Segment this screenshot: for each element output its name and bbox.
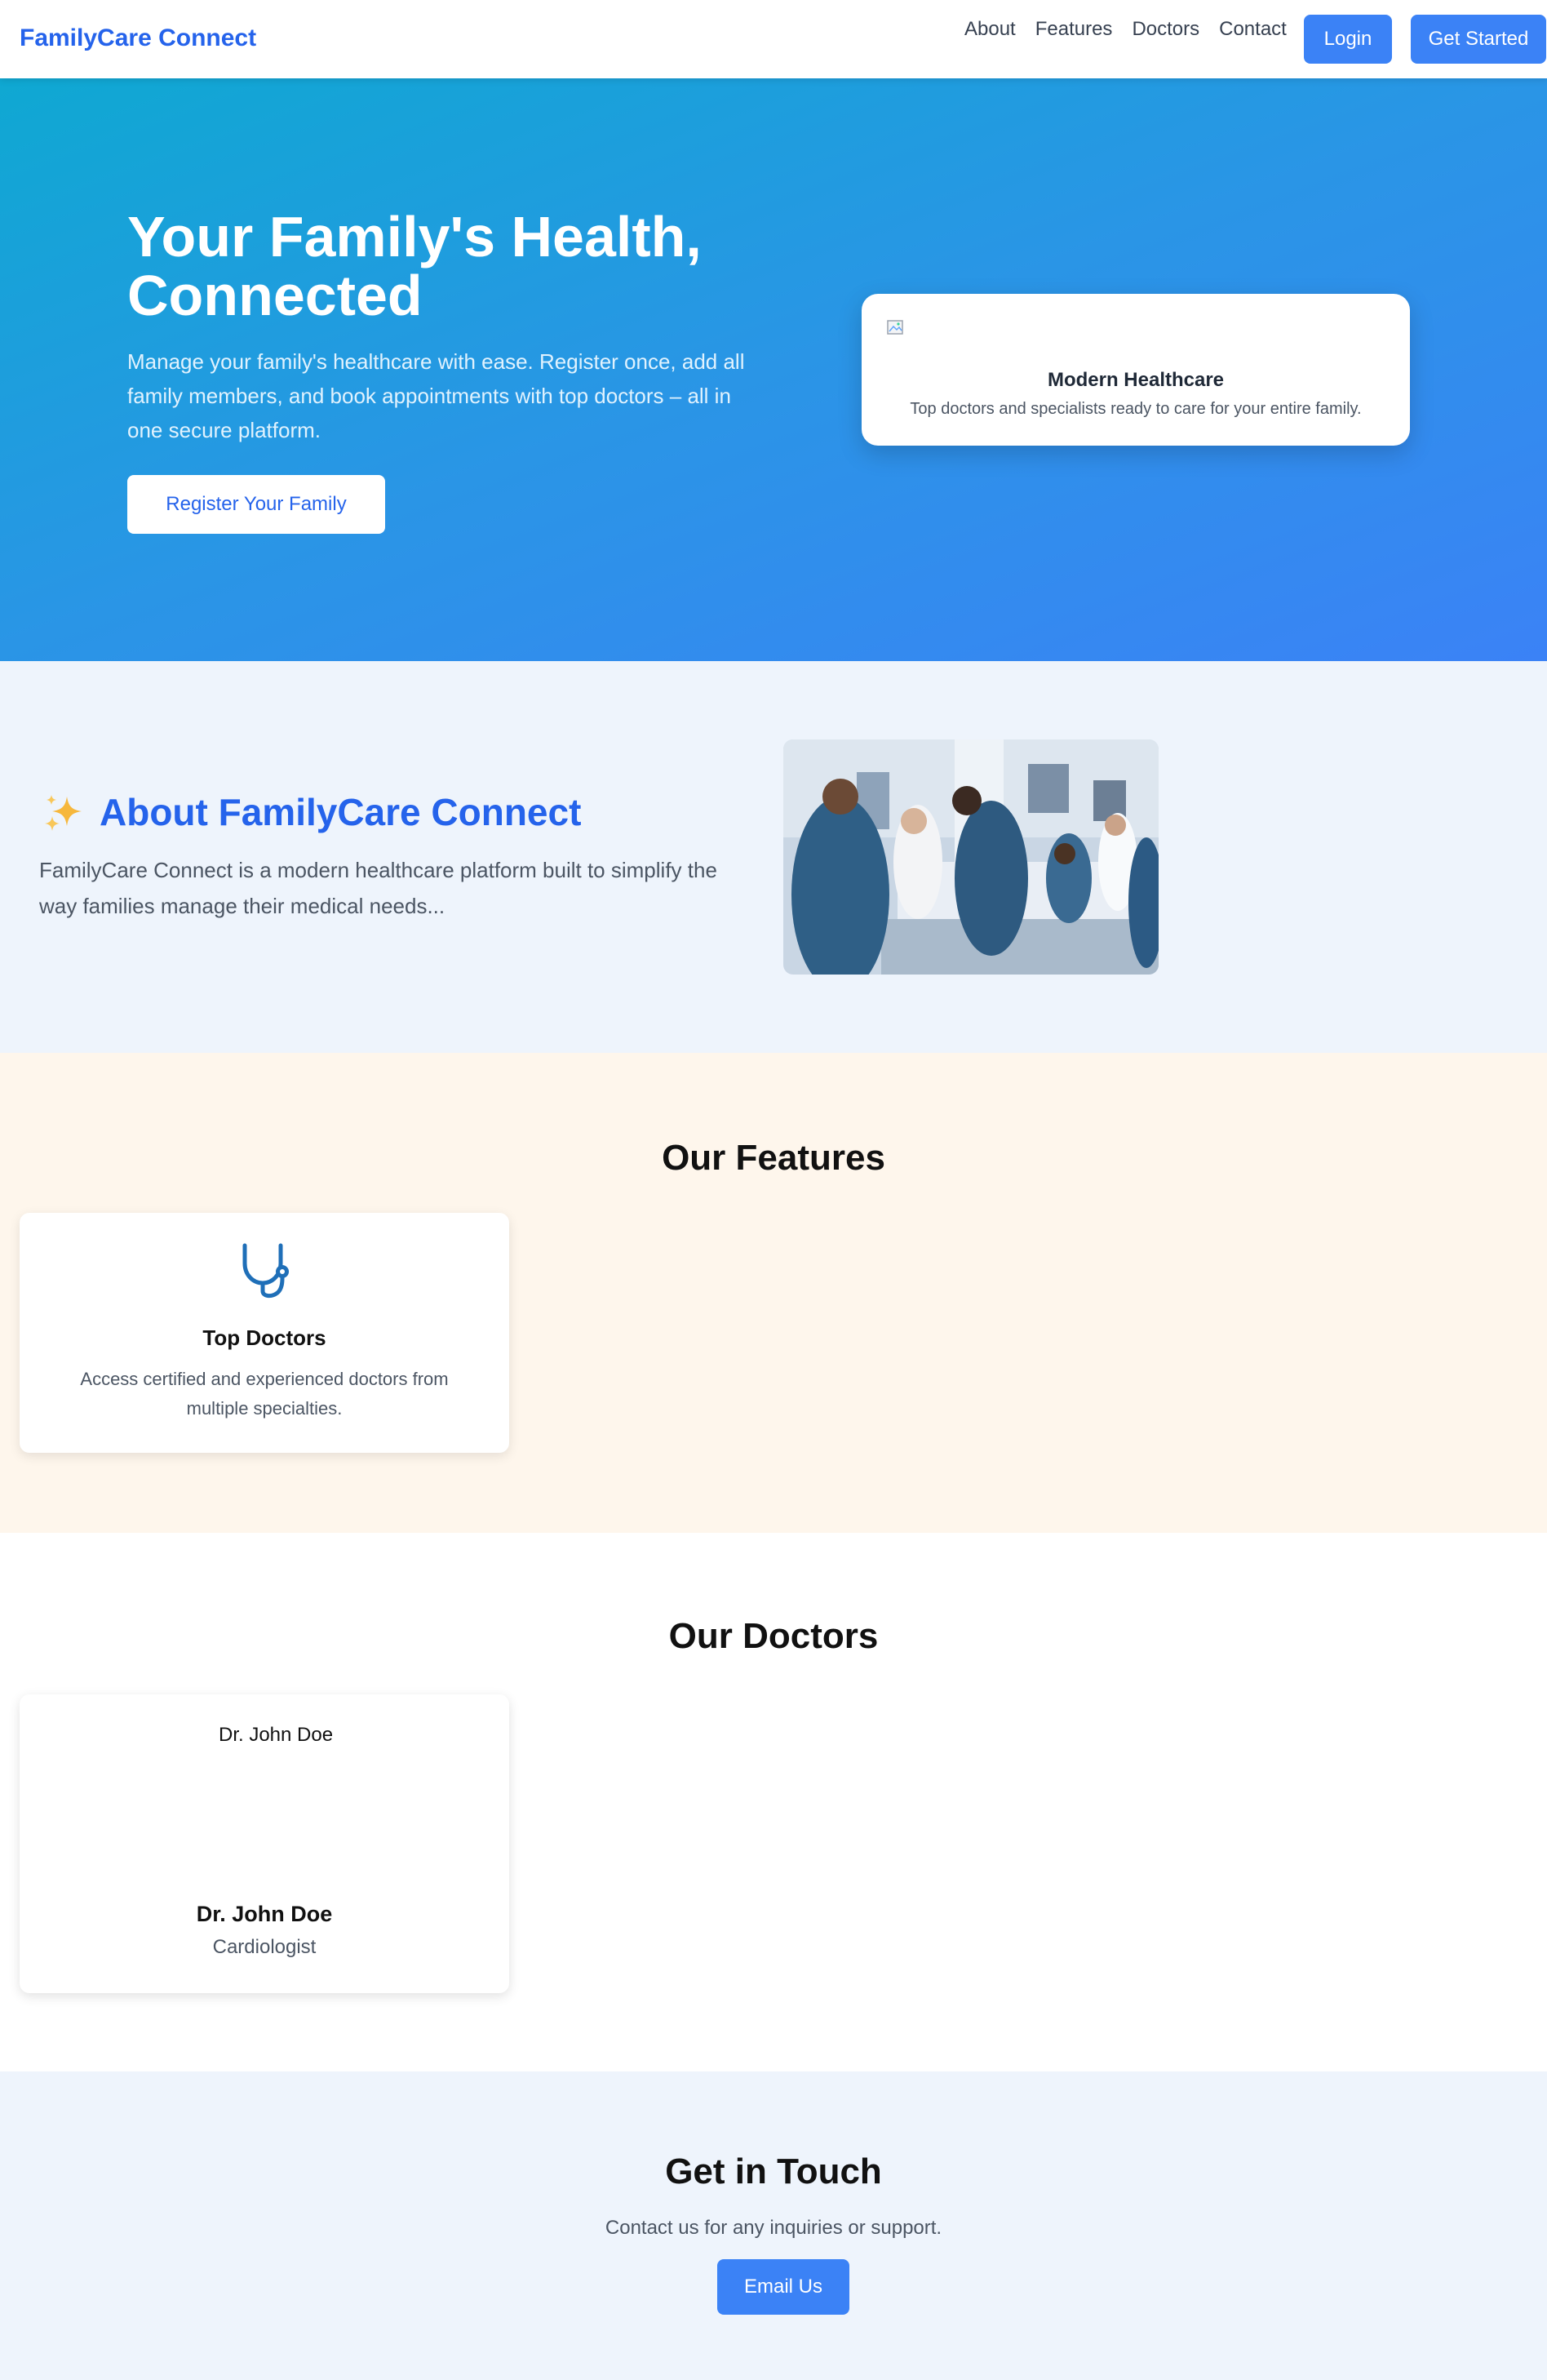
about-text: FamilyCare Connect is a modern healthcar… [39, 858, 717, 918]
register-family-button[interactable]: Register Your Family [127, 475, 385, 534]
doctor-photo: Dr. John Doe [219, 1724, 334, 1746]
feature-title: Top Doctors [202, 1325, 326, 1350]
about-title: About FamilyCare Connect [100, 791, 582, 833]
feature-text: Access certified and experienced doctors… [80, 1369, 449, 1419]
top-navbar: FamilyCare Connect About Features Doctor… [0, 0, 1547, 78]
doctor-name: Dr. John Doe [196, 1902, 333, 1926]
stethoscope-icon [242, 1243, 289, 1299]
contact-title: Get in Touch [665, 2151, 882, 2191]
sparkles-icon [45, 795, 82, 831]
hero-card-title: Modern Healthcare [1047, 369, 1225, 391]
features-title: Our Features [662, 1138, 885, 1178]
doctors-title: Our Doctors [668, 1616, 879, 1656]
nav-link-about[interactable]: About [964, 18, 1016, 41]
doctor-card[interactable]: Dr. John Doe Dr. John Doe Cardiologist [20, 1694, 509, 1993]
hero-title: Your Family's Health, Connected [127, 205, 702, 327]
doctors-section: Our Doctors Dr. John Doe Dr. John Doe Ca… [0, 1533, 1547, 2071]
hero-card-subtitle: Top doctors and specialists ready to car… [910, 400, 1362, 418]
nav-links: About Features Doctors Contact [964, 18, 1306, 41]
doctor-specialty: Cardiologist [212, 1936, 317, 1958]
get-started-button[interactable]: Get Started [1411, 15, 1546, 64]
about-section: About FamilyCare Connect FamilyCare Conn… [0, 661, 1547, 1053]
nav-link-features[interactable]: Features [1035, 18, 1113, 41]
hospital-photo [783, 739, 1159, 975]
nav-link-contact[interactable]: Contact [1219, 18, 1287, 41]
hero-feature-card: Modern Healthcare Top doctors and specia… [862, 294, 1410, 446]
contact-section: Get in Touch Contact us for any inquirie… [0, 2071, 1547, 2380]
email-us-button[interactable]: Email Us [717, 2259, 849, 2315]
nav-link-doctors[interactable]: Doctors [1132, 18, 1199, 41]
feature-card-top-doctors: Top Doctors Access certified and experie… [20, 1213, 509, 1453]
features-section: Our Features Top Doctors Access certifie… [0, 1053, 1547, 1533]
hero-section: Your Family's Health, Connected Manage y… [0, 78, 1547, 661]
broken-image-icon [887, 320, 903, 335]
hero-subtitle: Manage your family's healthcare with eas… [127, 349, 745, 442]
contact-subtitle: Contact us for any inquiries or support. [605, 2217, 942, 2239]
brand-logo[interactable]: FamilyCare Connect [20, 24, 256, 52]
login-button[interactable]: Login [1304, 15, 1392, 64]
